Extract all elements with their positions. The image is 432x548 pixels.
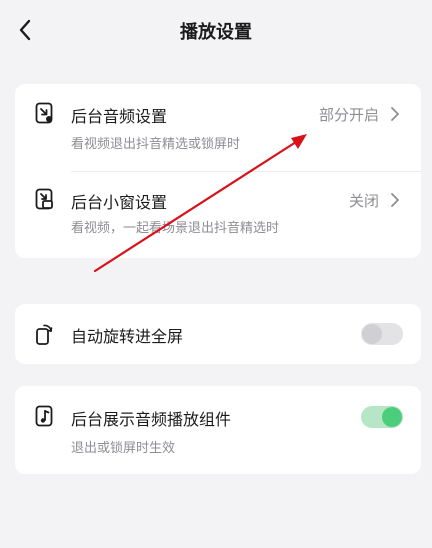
page-title: 播放设置	[180, 22, 252, 43]
music-widget-icon	[33, 405, 55, 427]
rotate-phone-icon	[33, 323, 55, 345]
mini-window-subtitle: 看视频，一起看场景退出抖音精选时	[71, 221, 280, 236]
mini-window-row[interactable]: 后台小窗设置 看视频，一起看场景退出抖音精选时 关闭	[15, 172, 421, 258]
mini-window-title: 后台小窗设置	[71, 193, 168, 212]
audio-widget-row: 后台展示音频播放组件 退出或锁屏时生效	[15, 386, 421, 474]
background-settings-card: 后台音频设置 看视频退出抖音精选或锁屏时 部分开启 后台小窗设置 看视频，一起看…	[15, 84, 421, 258]
background-audio-title: 后台音频设置	[71, 107, 168, 126]
background-audio-icon	[33, 102, 55, 124]
background-audio-subtitle: 看视频退出抖音精选或锁屏时	[71, 137, 241, 152]
auto-rotate-toggle[interactable]	[361, 323, 403, 345]
mini-window-icon	[33, 188, 55, 210]
toggle-knob	[362, 324, 382, 344]
audio-widget-toggle[interactable]	[361, 406, 403, 428]
background-audio-row[interactable]: 后台音频设置 看视频退出抖音精选或锁屏时 部分开启	[15, 84, 421, 171]
mini-window-value: 关闭	[348, 192, 379, 210]
audio-widget-title: 后台展示音频播放组件	[71, 410, 232, 429]
auto-rotate-row: 自动旋转进全屏	[15, 304, 421, 364]
auto-rotate-title: 自动旋转进全屏	[71, 327, 184, 346]
audio-widget-card: 后台展示音频播放组件 退出或锁屏时生效	[15, 386, 421, 474]
chevron-right-icon	[391, 193, 399, 207]
background-audio-value: 部分开启	[318, 106, 379, 124]
chevron-right-icon	[391, 107, 399, 121]
audio-widget-subtitle: 退出或锁屏时生效	[71, 441, 176, 456]
auto-rotate-card: 自动旋转进全屏	[15, 304, 421, 364]
header: 播放设置	[0, 0, 432, 62]
toggle-knob	[382, 407, 402, 427]
